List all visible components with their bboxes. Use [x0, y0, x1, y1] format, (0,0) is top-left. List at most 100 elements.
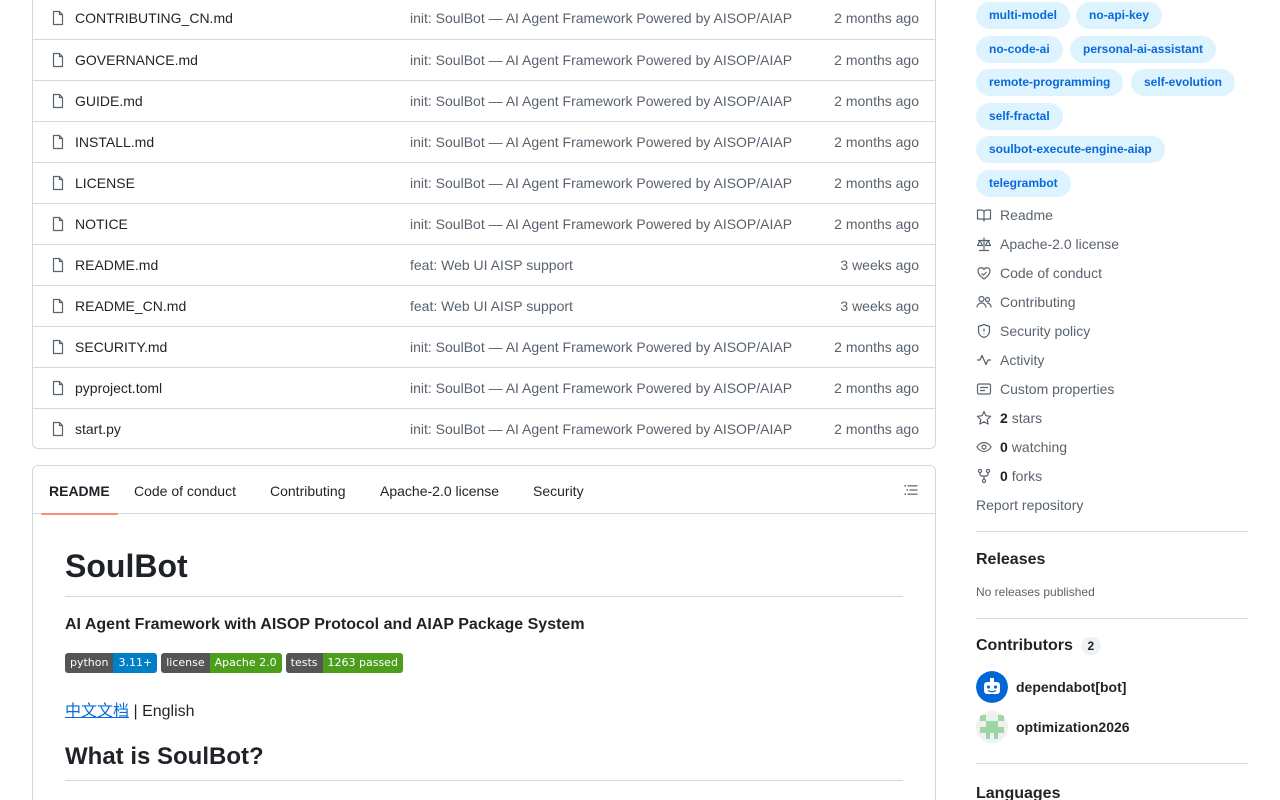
readme-tab-bar: README Code of conduct Contributing Apac… — [33, 466, 935, 515]
topic-tag[interactable]: no-api-key — [1076, 2, 1163, 29]
identicon-icon — [976, 711, 1008, 743]
file-name-link[interactable]: start.py — [75, 421, 121, 437]
sidebar-divider — [976, 763, 1248, 764]
topic-tag[interactable]: soulbot-execute-engine-aiap — [976, 136, 1165, 163]
contributing-link[interactable]: Contributing — [976, 287, 1076, 316]
file-icon — [52, 216, 64, 232]
commit-message-link[interactable]: init: SoulBot — AI Agent Framework Power… — [410, 134, 792, 150]
file-name-link[interactable]: GOVERNANCE.md — [75, 52, 198, 68]
file-name-link[interactable]: LICENSE — [75, 175, 135, 191]
file-icon — [52, 52, 64, 68]
commit-message-link[interactable]: init: SoulBot — AI Agent Framework Power… — [410, 52, 792, 68]
file-icon — [52, 380, 64, 396]
contributor-item[interactable]: dependabot[bot] — [976, 671, 1126, 703]
heart-icon — [977, 266, 991, 280]
commit-age: 2 months ago — [834, 52, 919, 68]
code-of-conduct-link[interactable]: Code of conduct — [976, 258, 1102, 287]
topic-tag[interactable]: personal-ai-assistant — [1070, 36, 1217, 63]
file-row[interactable]: pyproject.toml init: SoulBot — AI Agent … — [33, 367, 935, 408]
contributor-name[interactable]: dependabot[bot] — [1016, 679, 1126, 695]
file-icon — [52, 175, 64, 191]
file-name-link[interactable]: GUIDE.md — [75, 93, 143, 109]
contributors-heading[interactable]: Contributors 2 — [976, 637, 1101, 655]
commit-message-link[interactable]: init: SoulBot — AI Agent Framework Power… — [410, 216, 792, 232]
python-badge[interactable]: python 3.11+ — [65, 653, 158, 673]
commit-age: 2 months ago — [834, 339, 919, 355]
file-icon — [52, 10, 64, 26]
file-icon — [52, 339, 64, 355]
star-icon — [976, 410, 992, 425]
contributor-item[interactable]: optimization2026 — [976, 711, 1130, 743]
heading-divider — [65, 596, 903, 597]
file-row[interactable]: CONTRIBUTING_CN.md init: SoulBot — AI Ag… — [33, 0, 935, 39]
commit-message-link[interactable]: init: SoulBot — AI Agent Framework Power… — [410, 380, 792, 396]
sidebar-divider — [976, 618, 1248, 619]
optimization2026-avatar[interactable] — [976, 711, 1008, 743]
file-row[interactable]: README_CN.md feat: Web UI AISP support 3… — [33, 285, 935, 326]
custom-properties-link[interactable]: Custom properties — [976, 374, 1114, 403]
file-name-link[interactable]: README_CN.md — [75, 298, 186, 314]
activity-link[interactable]: Activity — [976, 345, 1044, 374]
commit-age: 2 months ago — [834, 10, 919, 26]
report-repository-link[interactable]: Report repository — [976, 490, 1083, 519]
sidebar-divider — [976, 531, 1248, 532]
dependabot-avatar[interactable] — [976, 671, 1008, 703]
commit-age: 2 months ago — [834, 216, 919, 232]
forks-link[interactable]: 0 forks — [976, 461, 1042, 490]
contributor-name[interactable]: optimization2026 — [1016, 719, 1130, 735]
topic-tag[interactable]: telegrambot — [976, 170, 1071, 197]
commit-message-link[interactable]: init: SoulBot — AI Agent Framework Power… — [410, 93, 792, 109]
topic-tag[interactable]: no-code-ai — [976, 36, 1063, 63]
releases-heading[interactable]: Releases — [976, 551, 1045, 569]
file-icon — [52, 298, 64, 314]
commit-message-link[interactable]: init: SoulBot — AI Agent Framework Power… — [410, 10, 792, 26]
file-name-link[interactable]: CONTRIBUTING_CN.md — [75, 10, 233, 26]
commit-message-link[interactable]: feat: Web UI AISP support — [410, 257, 573, 273]
pulse-icon — [977, 354, 991, 365]
topic-tag[interactable]: self-fractal — [976, 103, 1063, 130]
commit-message-link[interactable]: init: SoulBot — AI Agent Framework Power… — [410, 175, 792, 191]
tab-readme[interactable]: README — [41, 466, 118, 515]
badge-row: python 3.11+ license Apache 2.0 tests 12… — [65, 653, 403, 673]
fork-icon — [977, 468, 991, 483]
tests-badge[interactable]: tests 1263 passed — [285, 653, 403, 673]
file-row[interactable]: NOTICE init: SoulBot — AI Agent Framewor… — [33, 203, 935, 244]
topic-tag[interactable]: remote-programming — [976, 69, 1124, 96]
tab-license[interactable]: Apache-2.0 license — [380, 466, 499, 514]
topic-tag[interactable]: self-evolution — [1131, 69, 1236, 96]
commit-age: 2 months ago — [834, 380, 919, 396]
watching-link[interactable]: 0 watching — [976, 432, 1067, 461]
file-row[interactable]: GUIDE.md init: SoulBot — AI Agent Framew… — [33, 80, 935, 121]
file-icon — [52, 421, 64, 437]
file-row[interactable]: INSTALL.md init: SoulBot — AI Agent Fram… — [33, 121, 935, 162]
file-name-link[interactable]: SECURITY.md — [75, 339, 167, 355]
file-name-link[interactable]: pyproject.toml — [75, 380, 162, 396]
file-name-link[interactable]: NOTICE — [75, 216, 128, 232]
file-row[interactable]: README.md feat: Web UI AISP support 3 we… — [33, 244, 935, 285]
tab-code-of-conduct[interactable]: Code of conduct — [134, 466, 236, 514]
note-icon — [976, 382, 992, 395]
file-name-link[interactable]: INSTALL.md — [75, 134, 154, 150]
tab-contributing[interactable]: Contributing — [270, 466, 346, 514]
file-row[interactable]: GOVERNANCE.md init: SoulBot — AI Agent F… — [33, 39, 935, 80]
chinese-docs-link[interactable]: 中文文档 — [65, 703, 129, 720]
commit-message-link[interactable]: feat: Web UI AISP support — [410, 298, 573, 314]
security-policy-link[interactable]: Security policy — [976, 316, 1090, 345]
section-heading: What is SoulBot? — [65, 743, 264, 770]
topic-tag[interactable]: multi-model — [976, 2, 1070, 29]
license-badge[interactable]: license Apache 2.0 — [161, 653, 282, 673]
outline-list-icon[interactable] — [903, 482, 919, 498]
readme-link[interactable]: Readme — [976, 200, 1053, 229]
commit-message-link[interactable]: init: SoulBot — AI Agent Framework Power… — [410, 421, 792, 437]
license-link[interactable]: Apache-2.0 license — [976, 229, 1119, 258]
file-row[interactable]: SECURITY.md init: SoulBot — AI Agent Fra… — [33, 326, 935, 367]
file-name-link[interactable]: README.md — [75, 257, 158, 273]
stars-link[interactable]: 2 stars — [976, 403, 1042, 432]
book-icon — [976, 208, 992, 222]
commit-message-link[interactable]: init: SoulBot — AI Agent Framework Power… — [410, 339, 792, 355]
tab-security[interactable]: Security — [533, 466, 584, 514]
file-row[interactable]: start.py init: SoulBot — AI Agent Framew… — [33, 408, 935, 448]
no-releases-text: No releases published — [976, 585, 1095, 599]
file-icon — [52, 93, 64, 109]
file-row[interactable]: LICENSE init: SoulBot — AI Agent Framewo… — [33, 162, 935, 203]
